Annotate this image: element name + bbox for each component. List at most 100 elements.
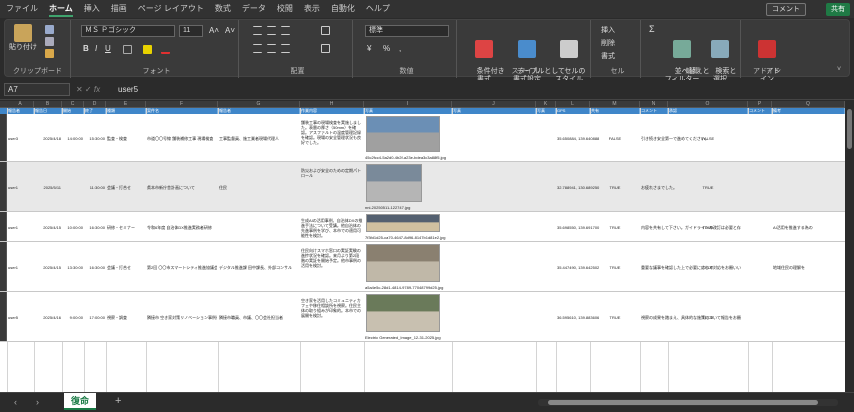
align-right-icon[interactable] bbox=[281, 44, 290, 53]
row-header[interactable] bbox=[0, 242, 7, 291]
cell-d[interactable]: 16:30:00 bbox=[85, 225, 105, 230]
menu-tab-5[interactable]: 数式 bbox=[215, 0, 231, 18]
cell-b[interactable]: 2025/4/16 bbox=[35, 315, 61, 320]
column-header-a[interactable]: A bbox=[7, 101, 34, 108]
cell-c[interactable]: 14:00:00 bbox=[63, 136, 83, 141]
cell-e[interactable]: 会議・打合せ bbox=[107, 185, 145, 190]
column-header-d[interactable]: D bbox=[84, 101, 106, 108]
cell-q[interactable]: AI活用を推進する為の bbox=[773, 225, 844, 230]
cell-a[interactable]: user1 bbox=[8, 265, 33, 270]
sheet-tab[interactable]: 復命 bbox=[64, 393, 97, 410]
align-top-icon[interactable] bbox=[253, 26, 262, 35]
font-color-icon[interactable] bbox=[161, 45, 170, 54]
cell-a[interactable]: user5 bbox=[8, 315, 33, 320]
column-header-n[interactable]: N bbox=[640, 101, 668, 108]
fx-icon[interactable]: ✕ ✓ fx bbox=[76, 83, 100, 96]
cell-f[interactable]: 令和6年度 自治体DX推進実務者研修 bbox=[147, 225, 217, 230]
menu-tab-10[interactable]: ヘルプ bbox=[366, 0, 390, 18]
align-left-icon[interactable] bbox=[253, 44, 262, 53]
cell-g[interactable]: デジタル推進課 田中課長、外部コンサル bbox=[219, 265, 299, 270]
cell-c[interactable]: 10:00:00 bbox=[63, 225, 83, 230]
cell-d[interactable]: 15:30:00 bbox=[85, 136, 105, 141]
row-header[interactable] bbox=[0, 212, 7, 241]
menu-tab-7[interactable]: 校閲 bbox=[277, 0, 293, 18]
vertical-scroll-thumb[interactable] bbox=[847, 109, 852, 149]
cell-d[interactable]: 11:30:00 bbox=[85, 185, 105, 190]
cell-i[interactable]: 7f3fd1d25-ca70-4647-8d96-8147b1d81e2.jpg bbox=[365, 235, 451, 240]
copy-icon[interactable] bbox=[45, 37, 54, 46]
photo-image[interactable] bbox=[366, 164, 422, 202]
column-header-q[interactable]: Q bbox=[772, 101, 845, 108]
paste-button[interactable]: 貼り付け bbox=[9, 24, 37, 52]
cell-g[interactable]: 住民 bbox=[219, 185, 299, 190]
cell-f[interactable]: 隣接市 空き家対策リノベーション事例視察 bbox=[147, 315, 217, 320]
row-header[interactable] bbox=[0, 162, 7, 211]
cell-e[interactable]: 監査・検査 bbox=[107, 136, 145, 141]
cell-f[interactable]: 市道〇〇号線 舗装補修工事 現場検査 bbox=[147, 136, 217, 141]
cell-h[interactable]: 防災および安全のための定期パトロール bbox=[301, 168, 363, 210]
number-format-select[interactable]: 標準 bbox=[365, 25, 449, 37]
column-header-g[interactable]: G bbox=[218, 101, 300, 108]
vertical-scrollbar[interactable] bbox=[845, 101, 854, 392]
cell-c[interactable]: 13:30:00 bbox=[63, 265, 83, 270]
sheet-prev-icon[interactable]: ‹ bbox=[14, 397, 17, 407]
currency-icon[interactable]: ¥ bbox=[367, 44, 371, 53]
photo-image[interactable] bbox=[366, 214, 440, 232]
cell-c[interactable]: 9:00:00 bbox=[63, 315, 83, 320]
cell-b[interactable]: 2025/4/18 bbox=[35, 136, 61, 141]
align-bottom-icon[interactable] bbox=[281, 26, 290, 35]
cell-o[interactable]: TRUE bbox=[669, 225, 747, 230]
cell-o[interactable]: TRUE bbox=[669, 185, 747, 190]
cell-e[interactable]: 会議・打合せ bbox=[107, 265, 145, 270]
column-header-e[interactable]: E bbox=[106, 101, 146, 108]
table-row[interactable]: user1 2025/4/15 10:00:00 16:30:00 研修・セミナー 令和6… bbox=[0, 212, 845, 242]
cell-m[interactable]: TRUE bbox=[591, 265, 639, 270]
format-painter-icon[interactable] bbox=[45, 49, 54, 58]
cell-m[interactable]: FALSE bbox=[591, 136, 639, 141]
photo-image[interactable] bbox=[366, 116, 440, 152]
cell-h[interactable]: 空き家を活用したコミュニティカフェや移住相談所を視察。住民主体の取り組みが印象的… bbox=[301, 298, 363, 340]
cell-e[interactable]: 視察・調査 bbox=[107, 315, 145, 320]
table-row[interactable]: user1 2025/4/15 13:30:00 16:30:00 会議・打合せ 第2回 … bbox=[0, 242, 845, 292]
cell-g[interactable]: 工事監督員、施工業者現場代理人 bbox=[219, 136, 299, 141]
cell-a[interactable]: user3 bbox=[8, 136, 33, 141]
column-header-f[interactable]: F bbox=[146, 101, 218, 108]
collapse-ribbon-icon[interactable]: ˅ bbox=[837, 66, 841, 73]
format-cells-button[interactable]: 書式 bbox=[601, 51, 615, 61]
delete-cells-button[interactable]: 削除 bbox=[601, 38, 615, 48]
name-box[interactable]: A7 bbox=[4, 83, 70, 96]
cell-b[interactable]: 2025/4/15 bbox=[35, 225, 61, 230]
cell-i[interactable]: 45c2fcc4-5a2d0-4b2f-a23e-bdea3c3a88f5.jp… bbox=[365, 155, 451, 160]
horizontal-scrollbar[interactable] bbox=[538, 399, 838, 406]
column-header-c[interactable]: C bbox=[62, 101, 84, 108]
add-sheet-icon[interactable]: + bbox=[115, 395, 121, 407]
font-shrink-icon[interactable]: A˅ bbox=[225, 26, 235, 35]
cut-icon[interactable] bbox=[45, 25, 54, 34]
cell-h[interactable]: 舗装工事の現場検査を実施しました。表層の厚さ（50mm）を確認。アスファルトの温… bbox=[301, 120, 363, 160]
cell-m[interactable]: TRUE bbox=[591, 185, 639, 190]
border-icon[interactable] bbox=[123, 45, 132, 54]
cell-i[interactable]: Electric Generated_Image_12-31-2025.jpg bbox=[365, 335, 451, 340]
column-header-o[interactable]: O bbox=[668, 101, 748, 108]
cell-q[interactable]: 地域住民の理解を bbox=[773, 265, 844, 270]
column-header-k[interactable]: K bbox=[536, 101, 556, 108]
cell-f[interactable]: 第2回 〇〇市スマートシティ推進協議会 bbox=[147, 265, 217, 270]
cell-o[interactable]: TRUE bbox=[669, 315, 747, 320]
cell-o[interactable]: FALSE bbox=[669, 136, 747, 141]
autosum-icon[interactable]: Σ bbox=[649, 24, 655, 34]
share-button[interactable]: 共有 bbox=[826, 3, 850, 16]
column-header-i[interactable]: I bbox=[364, 101, 452, 108]
cell-f[interactable]: 県本市新庁舎計画について bbox=[147, 185, 217, 190]
menu-tab-4[interactable]: ページ レイアウト bbox=[138, 0, 204, 18]
menu-tab-1[interactable]: ホーム bbox=[49, 0, 73, 18]
column-header-h[interactable]: H bbox=[300, 101, 364, 108]
table-row[interactable]: user3 2025/4/18 14:00:00 15:30:00 監査・検査 市道〇〇号… bbox=[0, 114, 845, 162]
formula-input[interactable]: user5 bbox=[118, 83, 138, 96]
font-grow-icon[interactable]: A˄ bbox=[209, 26, 219, 35]
italic-icon[interactable]: I bbox=[95, 44, 97, 53]
menu-tab-8[interactable]: 表示 bbox=[304, 0, 320, 18]
row-header[interactable] bbox=[0, 292, 7, 341]
font-size-select[interactable]: 11 bbox=[179, 25, 203, 37]
merge-center-icon[interactable] bbox=[321, 44, 330, 53]
align-center-icon[interactable] bbox=[267, 44, 276, 53]
